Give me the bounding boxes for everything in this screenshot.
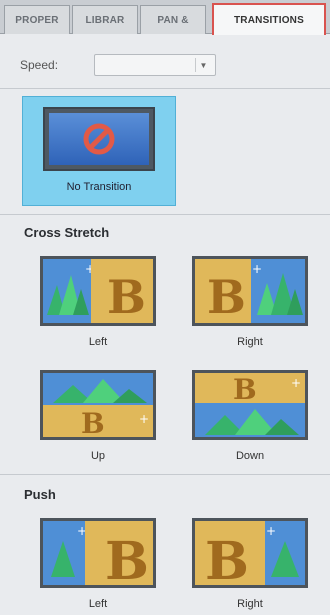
transition-label: Down — [235, 450, 265, 462]
transition-cross-stretch-down[interactable]: B + Down — [192, 370, 308, 470]
section-title-push: Push — [24, 487, 56, 502]
no-transition-card[interactable]: No Transition — [22, 96, 176, 206]
push-left-thumb-icon: + B — [43, 521, 153, 585]
tab-transitions[interactable]: TRANSITIONS — [212, 3, 326, 35]
transition-label: Right — [237, 598, 263, 610]
svg-text:+: + — [139, 412, 149, 426]
transition-cross-stretch-up[interactable]: B + Up — [40, 370, 156, 470]
transition-push-left[interactable]: + B Left — [40, 518, 156, 615]
svg-text:B: B — [233, 373, 257, 406]
push-right-thumb-icon: B + — [195, 521, 305, 585]
transition-thumbnail: B + — [40, 370, 156, 440]
transition-thumbnail: + B — [40, 518, 156, 588]
transition-push-right[interactable]: B + Right — [192, 518, 308, 615]
svg-text:B: B — [105, 531, 149, 585]
transition-cross-stretch-left[interactable]: + B Left — [40, 256, 156, 356]
speed-label: Speed: — [20, 58, 59, 72]
prohibited-icon — [83, 123, 115, 155]
stretch-down-thumb-icon: B + — [195, 373, 305, 437]
transition-label: Right — [237, 336, 263, 348]
tab-properties[interactable]: PROPER — [4, 5, 70, 34]
transition-label: Left — [88, 336, 108, 348]
svg-text:B: B — [81, 407, 105, 437]
transition-thumbnail: B + — [192, 370, 308, 440]
speed-row: Speed: ▼ — [20, 54, 216, 76]
svg-text:B: B — [207, 270, 246, 323]
svg-text:+: + — [266, 524, 276, 538]
divider — [0, 88, 330, 89]
no-transition-thumbnail — [43, 107, 155, 171]
svg-text:B: B — [205, 531, 249, 585]
section-title-cross-stretch: Cross Stretch — [24, 225, 110, 240]
transition-label: Left — [88, 598, 108, 610]
tab-library[interactable]: LIBRAR — [72, 5, 138, 34]
svg-text:B: B — [107, 270, 146, 323]
transition-thumbnail: + B — [40, 256, 156, 326]
transition-cross-stretch-right[interactable]: B + Right — [192, 256, 308, 356]
stretch-up-thumb-icon: B + — [43, 373, 153, 437]
divider — [0, 214, 330, 215]
chevron-down-icon[interactable]: ▼ — [195, 58, 211, 72]
no-transition-label: No Transition — [66, 181, 132, 193]
transition-thumbnail: B + — [192, 256, 308, 326]
stretch-right-thumb-icon: B + — [195, 259, 305, 323]
divider — [0, 474, 330, 475]
transition-thumbnail: B + — [192, 518, 308, 588]
svg-text:+: + — [291, 376, 301, 390]
panel-tab-bar: PROPER LIBRAR PAN & TRANSITIONS — [0, 0, 330, 35]
stretch-left-thumb-icon: + B — [43, 259, 153, 323]
speed-dropdown[interactable]: ▼ — [94, 54, 216, 76]
transition-label: Up — [90, 450, 106, 462]
tab-pan-zoom[interactable]: PAN & — [140, 5, 206, 34]
svg-text:+: + — [252, 262, 262, 276]
